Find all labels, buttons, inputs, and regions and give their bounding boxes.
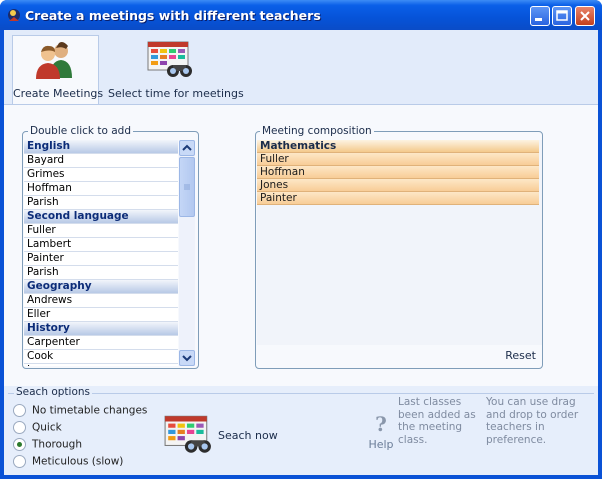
timetable-binoculars-icon <box>147 41 192 77</box>
search-now-button[interactable]: Seach now <box>163 413 278 455</box>
drag-drop-info: You can use drag and drop to order teach… <box>486 396 579 446</box>
subject-header-row: Second language <box>24 210 178 224</box>
teacher-list-scrollbar[interactable] <box>179 140 195 366</box>
search-option-radio[interactable]: Quick <box>13 421 62 435</box>
radio-label: Thorough <box>32 438 82 451</box>
meeting-member-row[interactable]: Fuller <box>257 153 539 166</box>
chevron-down-icon <box>182 355 192 362</box>
teacher-row[interactable]: Bayard <box>24 154 178 168</box>
search-option-radio[interactable]: No timetable changes <box>13 404 147 418</box>
close-button[interactable] <box>575 6 595 26</box>
radio-label: Meticulous (slow) <box>32 455 124 468</box>
main-panel: Double click to add English Bayard Grimes H… <box>4 104 598 387</box>
teacher-row[interactable]: Andrews <box>24 294 178 308</box>
meeting-member-row[interactable]: Hoffman <box>257 166 539 179</box>
teacher-row[interactable]: Carpenter <box>24 336 178 350</box>
radio-label: No timetable changes <box>32 404 148 417</box>
tab-label: Create Meetings <box>13 87 104 100</box>
app-window: Create a meetings with different teacher… <box>0 0 602 479</box>
last-classes-info: Last classes been added as the meeting c… <box>398 396 476 446</box>
search-option-radio[interactable]: Meticulous (slow) <box>13 455 123 469</box>
teacher-row[interactable]: Jones <box>24 364 178 366</box>
radio-unchecked-icon[interactable] <box>13 455 26 468</box>
radio-checked-icon[interactable] <box>13 438 26 451</box>
meeting-composition-group: Meeting composition Mathematics Fuller Ho… <box>255 125 543 369</box>
meeting-group-legend: Meeting composition <box>260 125 374 137</box>
subject-header-row: History <box>24 322 178 336</box>
search-option-radio[interactable]: Thorough <box>13 438 82 452</box>
teacher-row[interactable]: Lambert <box>24 238 178 252</box>
teachers-icon <box>36 42 72 79</box>
tab-label: Select time for meetings <box>108 87 244 100</box>
maximize-icon <box>556 10 568 21</box>
teacher-row[interactable]: Painter <box>24 252 178 266</box>
teacher-list[interactable]: English Bayard Grimes Hoffman Parish Second l… <box>24 140 178 366</box>
app-icon <box>8 9 20 21</box>
client-area: Create Meetings Select time for meetings <box>4 30 598 475</box>
teacher-row[interactable]: Cook <box>24 350 178 364</box>
help-label: Help <box>368 438 394 451</box>
subject-header-row: Geography <box>24 280 178 294</box>
reset-button[interactable]: Reset <box>505 349 536 362</box>
radio-label: Quick <box>32 421 62 434</box>
radio-unchecked-icon[interactable] <box>13 421 26 434</box>
teacher-row[interactable]: Grimes <box>24 168 178 182</box>
teacher-row[interactable]: Parish <box>24 196 178 210</box>
window-title: Create a meetings with different teacher… <box>25 8 321 23</box>
close-icon <box>580 11 590 21</box>
subject-header-row: English <box>24 140 178 154</box>
timetable-binoculars-icon <box>164 415 211 453</box>
scroll-thumb[interactable] <box>179 157 195 217</box>
teacher-row[interactable]: Hoffman <box>24 182 178 196</box>
teacher-row[interactable]: Eller <box>24 308 178 322</box>
chevron-up-icon <box>182 144 192 151</box>
radio-unchecked-icon[interactable] <box>13 404 26 417</box>
scroll-up-button[interactable] <box>179 140 195 156</box>
search-now-label: Seach now <box>218 429 278 442</box>
title-bar[interactable]: Create a meetings with different teacher… <box>0 0 602 30</box>
help-icon: ? <box>375 412 387 436</box>
meeting-member-row[interactable]: Jones <box>257 179 539 192</box>
add-group-legend: Double click to add <box>28 125 133 137</box>
meeting-member-list[interactable]: Mathematics Fuller Hoffman Jones Painter <box>257 140 542 345</box>
teacher-row[interactable]: Fuller <box>24 224 178 238</box>
teacher-row[interactable]: Parish <box>24 266 178 280</box>
meeting-subject-header: Mathematics <box>257 140 539 153</box>
tab-strip: Create Meetings Select time for meetings <box>4 30 598 104</box>
scroll-down-button[interactable] <box>179 350 195 366</box>
search-options-group: Seach options No timetable changes Quick T… <box>8 386 594 471</box>
search-panel: Seach options No timetable changes Quick T… <box>4 386 598 475</box>
minimize-button[interactable] <box>530 6 550 26</box>
minimize-icon <box>535 18 542 21</box>
help-button[interactable]: ? Help <box>366 412 396 462</box>
grip-icon <box>184 184 190 190</box>
maximize-button[interactable] <box>552 6 572 26</box>
tab-select-time[interactable]: Select time for meetings <box>108 35 244 104</box>
search-options-legend: Seach options <box>14 386 92 398</box>
meeting-member-row[interactable]: Painter <box>257 192 539 205</box>
tab-create-meetings[interactable]: Create Meetings <box>12 35 104 104</box>
add-teachers-group: Double click to add English Bayard Grimes H… <box>22 125 199 369</box>
